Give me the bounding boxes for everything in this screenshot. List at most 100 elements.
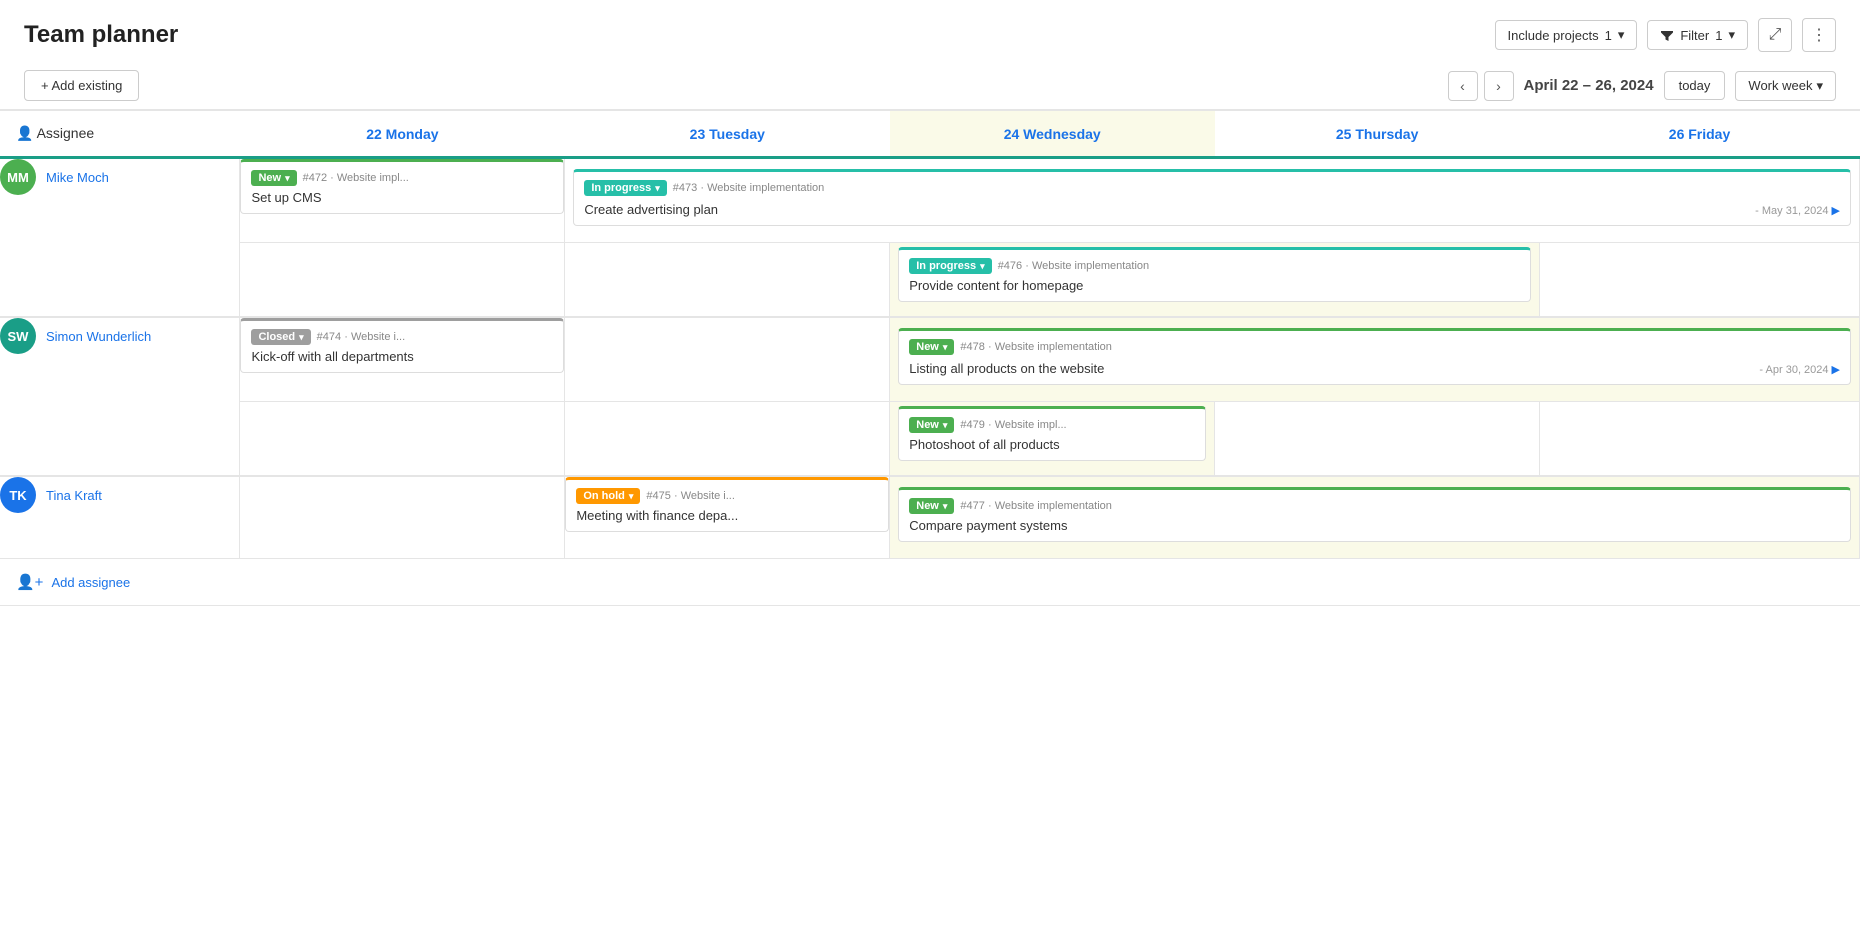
- add-existing-button[interactable]: + Add existing: [24, 70, 139, 101]
- view-label: Work week: [1748, 78, 1812, 93]
- expand-icon: ⤢: [1769, 26, 1782, 44]
- task-477[interactable]: New ▾ #477 · Website implementation Comp…: [898, 487, 1851, 542]
- tina-mon: [240, 476, 565, 559]
- mike-moch-row2: In progress ▾ #476 · Website implementat…: [0, 243, 1860, 318]
- column-headers: 👤 Assignee 22 Monday 23 Tuesday 24 Wedne…: [0, 111, 1860, 158]
- filter-button[interactable]: Filter 1 ▾: [1647, 20, 1748, 50]
- task-476-title: Provide content for homepage: [909, 278, 1520, 293]
- header-controls: Include projects 1 ▾ Filter 1 ▾ ⤢ ⋮: [1495, 18, 1836, 52]
- next-week-button[interactable]: ›: [1484, 71, 1514, 101]
- simon-row2-wed: New ▾ #479 · Website impl... Photoshoot …: [890, 402, 1215, 477]
- simon-row2: New ▾ #479 · Website impl... Photoshoot …: [0, 402, 1860, 477]
- mike-moch-info: MM Mike Moch: [0, 159, 239, 195]
- task-474[interactable]: Closed ▾ #474 · Website i... Kick-off wi…: [240, 318, 564, 373]
- app-container: Team planner Include projects 1 ▾ Filter…: [0, 0, 1860, 950]
- header: Team planner Include projects 1 ▾ Filter…: [0, 0, 1860, 62]
- task-474-title: Kick-off with all departments: [251, 349, 553, 364]
- mike-moch-assignee-cell: MM Mike Moch: [0, 158, 240, 318]
- tina-tue: On hold ▾ #475 · Website i... Meeting wi…: [565, 476, 890, 559]
- mike-tue-spanning-cell: In progress ▾ #473 · Website implementat…: [565, 158, 1860, 243]
- include-projects-button[interactable]: Include projects 1 ▾: [1495, 20, 1638, 50]
- task-475-ref: #475 · Website i...: [646, 490, 735, 502]
- filter-icon: [1660, 28, 1674, 42]
- simon-row2-tue: [565, 402, 890, 477]
- task-473[interactable]: In progress ▾ #473 · Website implementat…: [573, 169, 1851, 226]
- simon-row2-thu: [1215, 402, 1540, 477]
- mike-row2-wed-thu: In progress ▾ #476 · Website implementat…: [890, 243, 1540, 318]
- mike-row2-mon: [240, 243, 565, 318]
- task-477-title: Compare payment systems: [909, 518, 1840, 533]
- task-478[interactable]: New ▾ #478 · Website implementation List…: [898, 328, 1851, 385]
- task-475-status[interactable]: On hold ▾: [576, 488, 640, 504]
- wednesday-header: 24 Wednesday: [890, 111, 1215, 158]
- simon-wed-spanning: New ▾ #478 · Website implementation List…: [890, 317, 1860, 402]
- mike-row2-tue: [565, 243, 890, 318]
- date-navigation: ‹ › April 22 – 26, 2024 today Work week …: [1448, 71, 1837, 101]
- friday-header: 26 Friday: [1540, 111, 1860, 158]
- status-dropdown-arrow: ▾: [980, 261, 985, 272]
- task-474-status[interactable]: Closed ▾: [251, 329, 310, 345]
- chevron-down-icon: ▾: [1618, 27, 1625, 43]
- add-assignee-button[interactable]: 👤+ Add assignee: [16, 573, 130, 591]
- date-range-label: April 22 – 26, 2024: [1524, 77, 1654, 94]
- simon-name[interactable]: Simon Wunderlich: [46, 329, 151, 344]
- view-dropdown-icon: ▾: [1816, 78, 1823, 94]
- include-projects-count: 1: [1605, 28, 1612, 43]
- include-projects-label: Include projects: [1508, 28, 1599, 43]
- mike-mon-cell: New ▾ #472 · Website impl... Set up CMS: [240, 158, 565, 243]
- tuesday-header: 23 Tuesday: [565, 111, 890, 158]
- task-475-meta: On hold ▾ #475 · Website i...: [576, 488, 878, 504]
- task-475-title: Meeting with finance depa...: [576, 508, 878, 523]
- simon-row1: SW Simon Wunderlich Closed ▾: [0, 317, 1860, 402]
- mike-row2-fri: [1540, 243, 1860, 318]
- task-477-ref: #477 · Website implementation: [960, 500, 1111, 512]
- filter-label: Filter: [1680, 28, 1709, 43]
- simon-row2-mon: [240, 402, 565, 477]
- task-477-status[interactable]: New ▾: [909, 498, 954, 514]
- prev-arrow-icon: ‹: [1460, 78, 1465, 94]
- task-478-title: Listing all products on the website: [909, 361, 1104, 376]
- task-474-ref: #474 · Website i...: [317, 331, 406, 343]
- status-dropdown-arrow: ▾: [629, 491, 634, 502]
- task-479[interactable]: New ▾ #479 · Website impl... Photoshoot …: [898, 406, 1206, 461]
- view-select-button[interactable]: Work week ▾: [1735, 71, 1836, 101]
- task-473-title: Create advertising plan: [584, 202, 718, 217]
- toolbar: + Add existing ‹ › April 22 – 26, 2024 t…: [0, 62, 1860, 110]
- more-options-button[interactable]: ⋮: [1802, 18, 1836, 52]
- simon-row1-tue: [565, 317, 890, 402]
- tina-name[interactable]: Tina Kraft: [46, 488, 102, 503]
- tina-info: TK Tina Kraft: [0, 477, 239, 513]
- status-dropdown-arrow: ▾: [943, 420, 948, 431]
- assignee-label: Assignee: [37, 125, 95, 141]
- nav-controls: ‹ ›: [1448, 71, 1514, 101]
- prev-week-button[interactable]: ‹: [1448, 71, 1478, 101]
- task-479-status[interactable]: New ▾: [909, 417, 954, 433]
- add-assignee-row: 👤+ Add assignee: [0, 559, 1860, 606]
- task-475[interactable]: On hold ▾ #475 · Website i... Meeting wi…: [565, 477, 889, 532]
- arrow-right-icon: ▶: [1832, 363, 1840, 376]
- next-arrow-icon: ›: [1496, 78, 1501, 94]
- task-479-meta: New ▾ #479 · Website impl...: [909, 417, 1195, 433]
- arrow-right-icon: ▶: [1832, 204, 1840, 217]
- task-478-status[interactable]: New ▾: [909, 339, 954, 355]
- mike-moch-name[interactable]: Mike Moch: [46, 170, 109, 185]
- simon-mon-cell: Closed ▾ #474 · Website i... Kick-off wi…: [240, 317, 565, 402]
- tina-avatar: TK: [0, 477, 36, 513]
- mike-moch-avatar: MM: [0, 159, 36, 195]
- add-assignee-cell: 👤+ Add assignee: [0, 559, 1860, 606]
- task-477-meta: New ▾ #477 · Website implementation: [909, 498, 1840, 514]
- more-icon: ⋮: [1811, 25, 1827, 45]
- today-button[interactable]: today: [1664, 71, 1726, 100]
- task-476[interactable]: In progress ▾ #476 · Website implementat…: [898, 247, 1531, 302]
- task-473-ref: #473 · Website implementation: [673, 182, 824, 194]
- expand-button[interactable]: ⤢: [1758, 18, 1792, 52]
- task-476-status[interactable]: In progress ▾: [909, 258, 991, 274]
- add-existing-label: + Add existing: [41, 78, 122, 93]
- task-472[interactable]: New ▾ #472 · Website impl... Set up CMS: [240, 159, 564, 214]
- status-dropdown-arrow: ▾: [285, 173, 290, 184]
- task-473-status[interactable]: In progress ▾: [584, 180, 666, 196]
- status-dropdown-arrow: ▾: [943, 501, 948, 512]
- task-472-status[interactable]: New ▾: [251, 170, 296, 186]
- assignee-person-icon: 👤: [16, 125, 33, 141]
- simon-info: SW Simon Wunderlich: [0, 318, 239, 354]
